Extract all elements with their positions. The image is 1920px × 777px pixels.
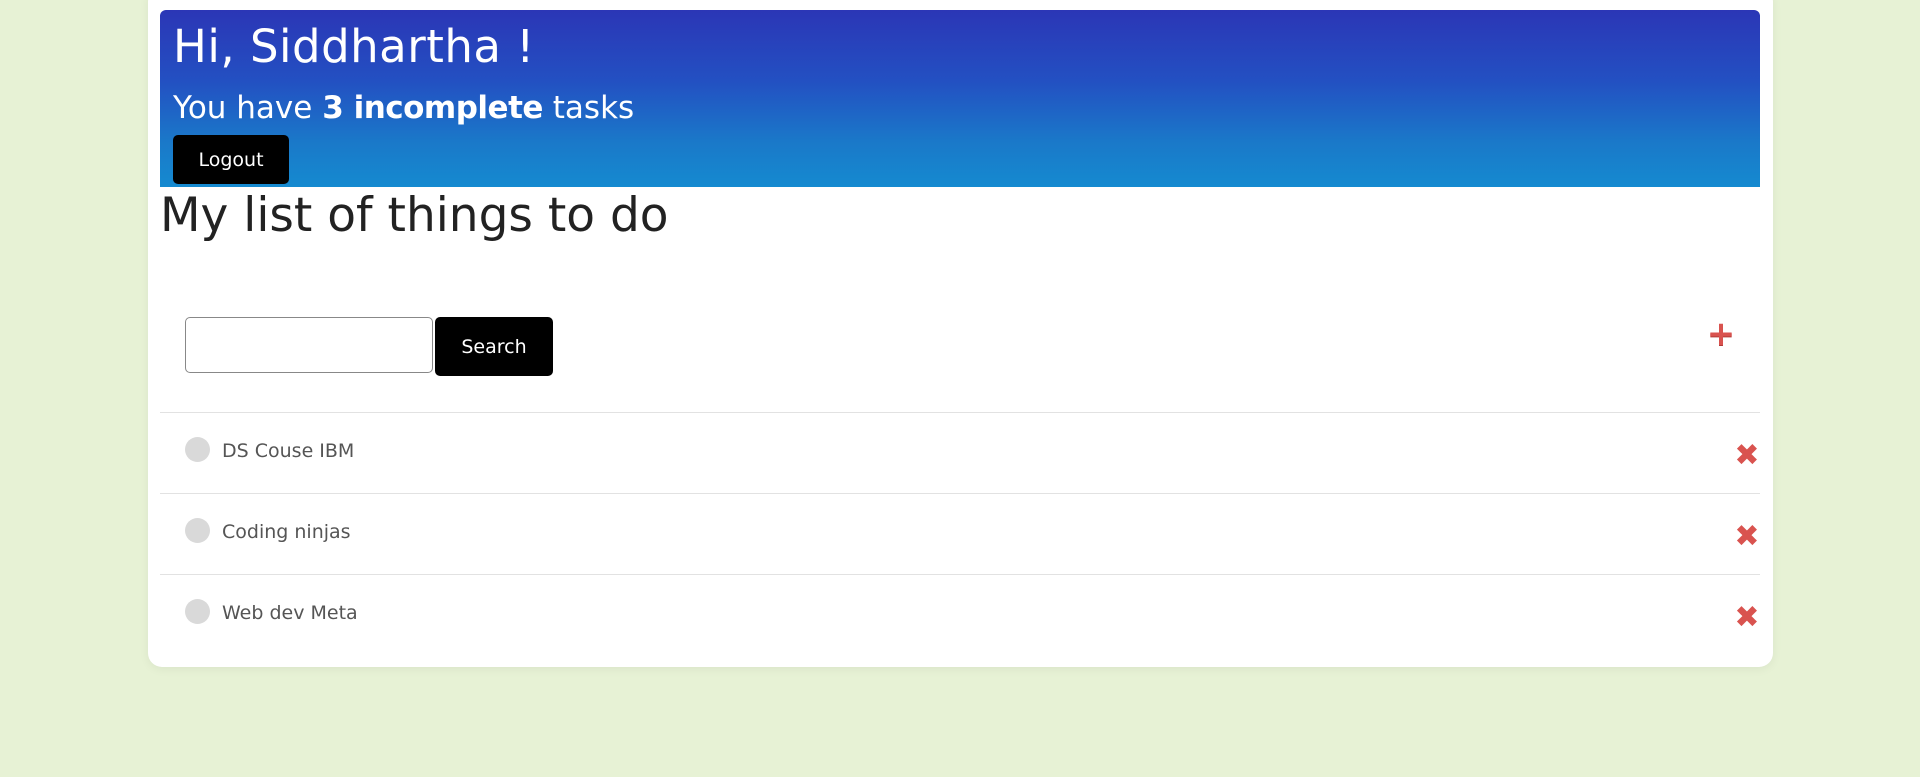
welcome-header: Hi, Siddhartha ! You have 3 incomplete t… (160, 10, 1760, 187)
delete-icon[interactable]: ✖ (1732, 603, 1762, 633)
delete-icon[interactable]: ✖ (1732, 441, 1762, 471)
delete-icon[interactable]: ✖ (1732, 522, 1762, 552)
task-checkbox[interactable] (185, 599, 210, 624)
task-item: DS Couse IBM ✖ (160, 413, 1760, 493)
logout-button[interactable]: Logout (173, 135, 289, 184)
task-item: Web dev Meta ✖ (160, 575, 1760, 655)
task-summary: You have 3 incomplete tasks (173, 90, 634, 126)
task-label: DS Couse IBM (222, 440, 355, 462)
task-checkbox[interactable] (185, 437, 210, 462)
incomplete-count: 3 incomplete (322, 90, 543, 126)
list-title: My list of things to do (160, 188, 669, 243)
task-item: Coding ninjas ✖ (160, 494, 1760, 574)
task-label: Web dev Meta (222, 602, 358, 624)
greeting-heading: Hi, Siddhartha ! (173, 20, 535, 73)
search-input[interactable] (185, 317, 433, 373)
search-button[interactable]: Search (435, 317, 553, 376)
summary-suffix: tasks (542, 90, 635, 126)
task-checkbox[interactable] (185, 518, 210, 543)
summary-prefix: You have (173, 90, 323, 126)
plus-icon[interactable]: + (1706, 317, 1736, 351)
task-label: Coding ninjas (222, 521, 351, 543)
